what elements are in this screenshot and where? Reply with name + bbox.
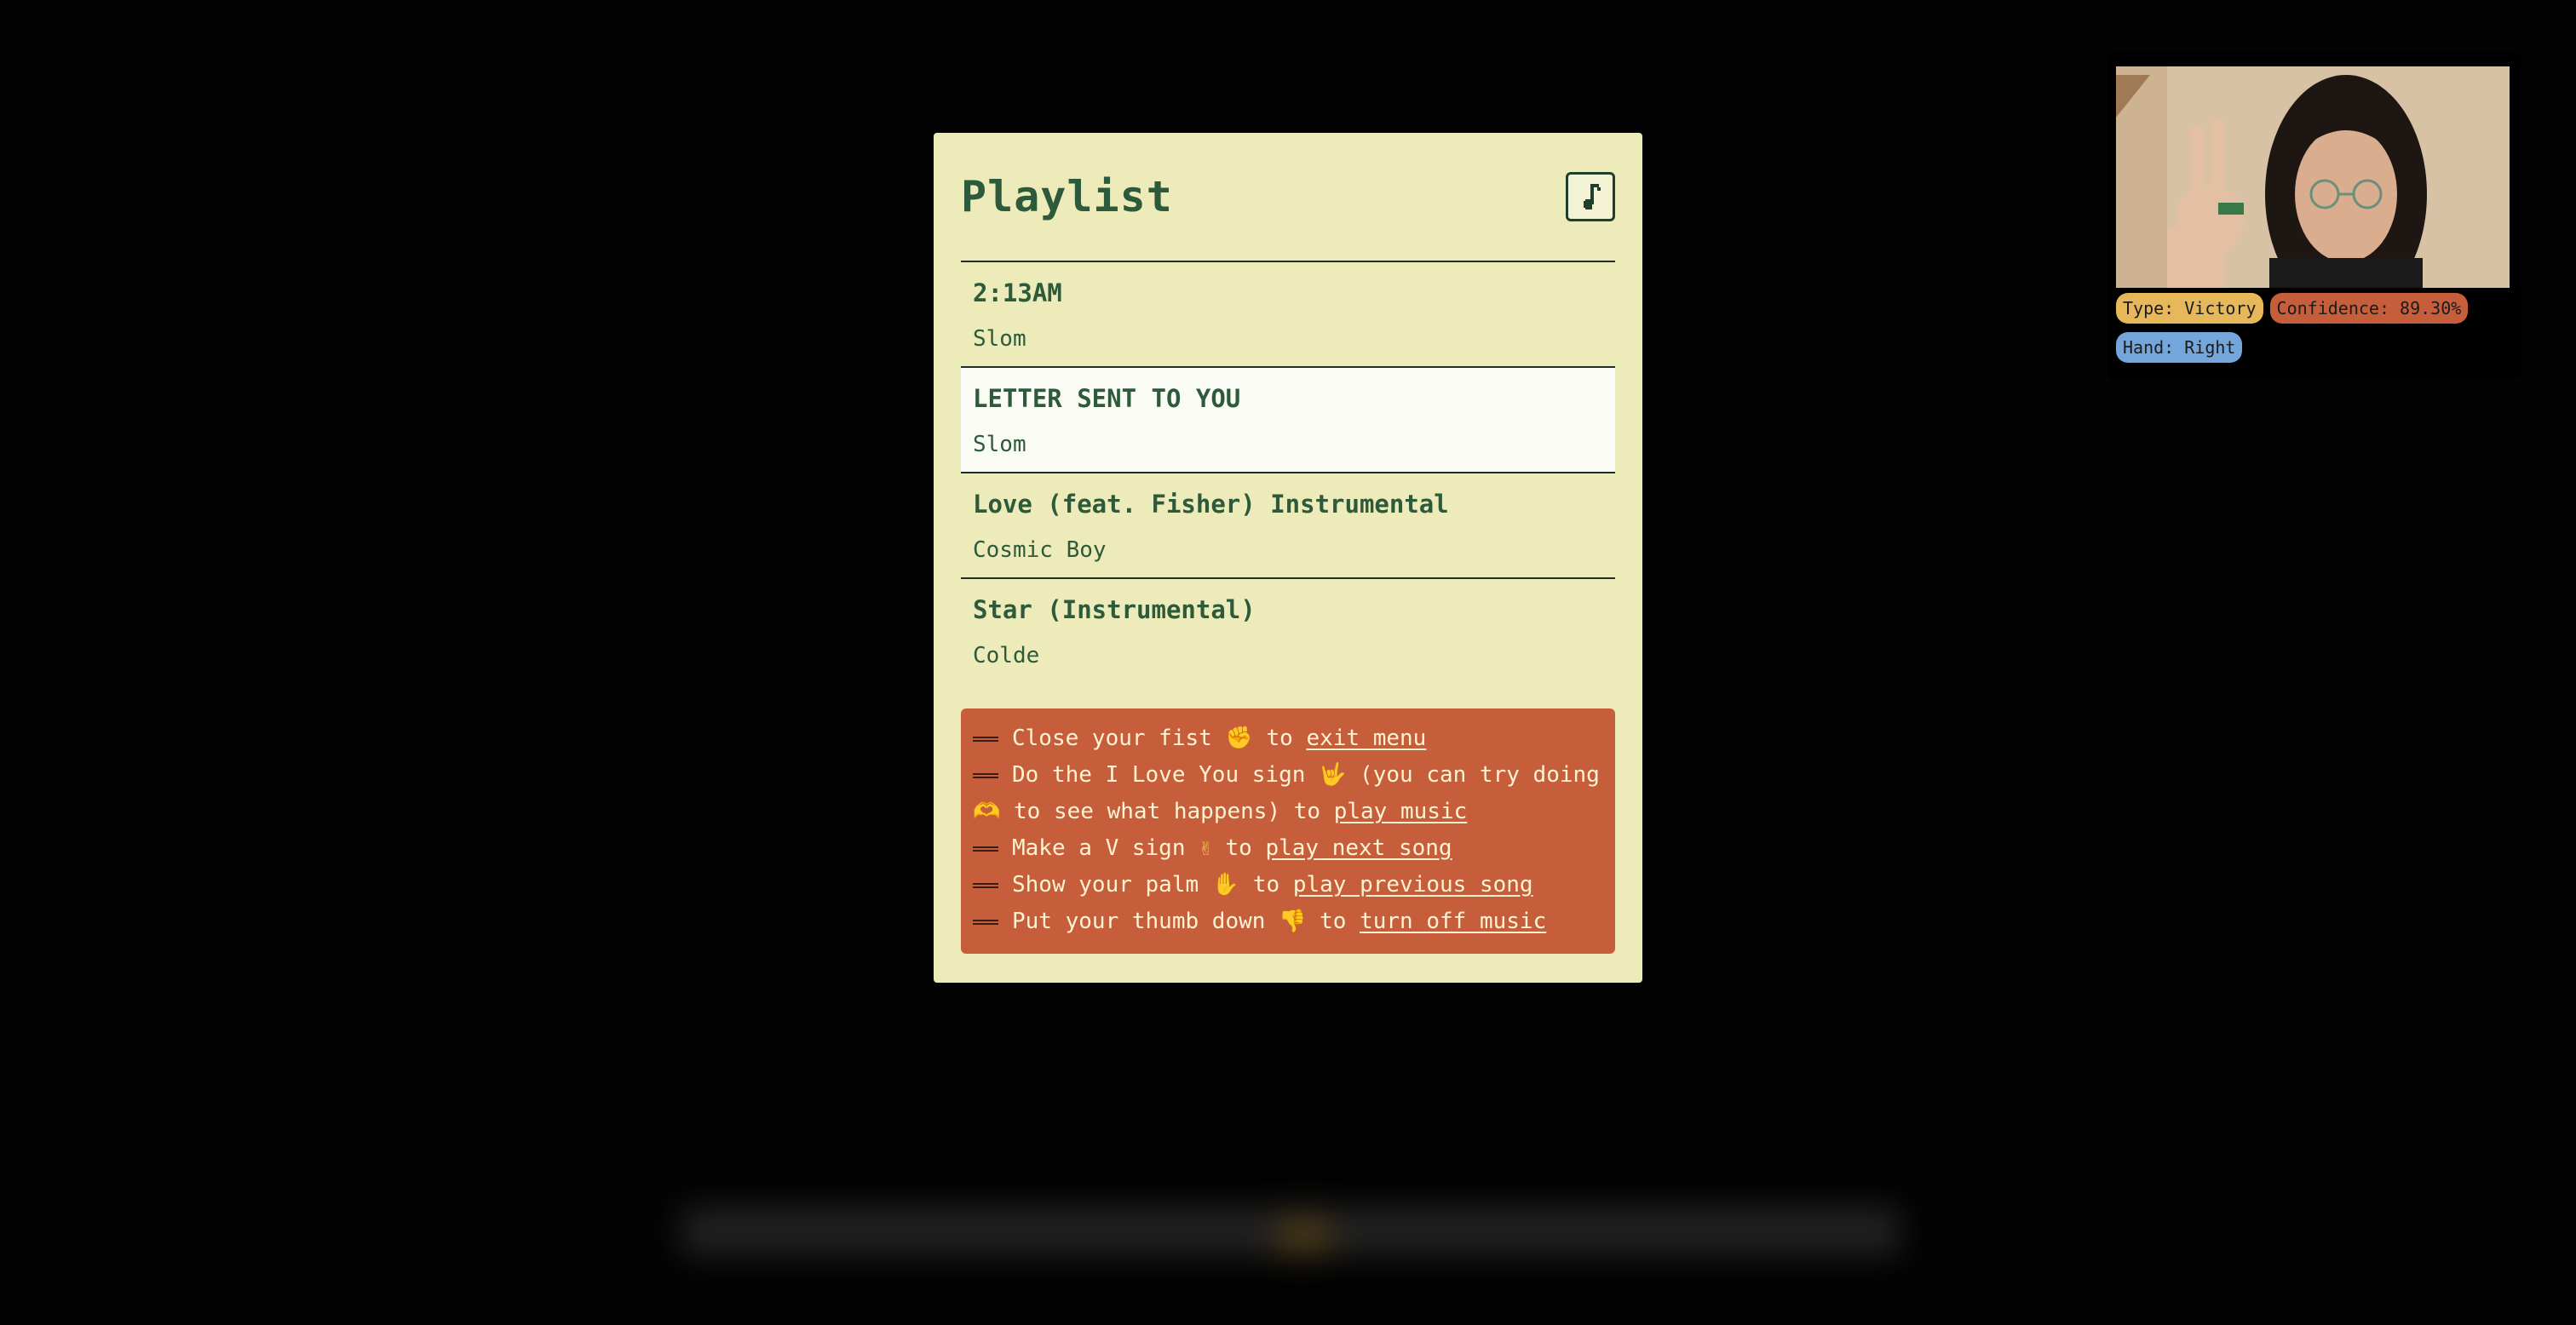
instruction-text: Close your fist	[1012, 726, 1226, 751]
song-title: 2:13AM	[973, 278, 1062, 307]
instruction-text: to	[1252, 726, 1307, 751]
instruction-line: Close your fist ✊ to exit menu	[973, 720, 1603, 757]
gesture-badges: Type: Victory Confidence: 89.30% Hand: Ri…	[2116, 293, 2516, 371]
blurred-footer	[681, 1207, 1900, 1255]
dash-icon	[973, 846, 998, 852]
camera-widget: Type: Victory Confidence: 89.30% Hand: Ri…	[2107, 53, 2521, 380]
music-note-icon	[1584, 184, 1601, 209]
song-artist: Cosmic Boy	[973, 537, 1107, 563]
heart-hands-icon: 🫶	[973, 799, 1001, 824]
instruction-line: Put your thumb down 👎 to turn off music	[973, 903, 1603, 940]
gesture-type-badge: Type: Victory	[2116, 293, 2263, 324]
song-title: Star (Instrumental)	[973, 595, 1256, 624]
instruction-text: (you can try doing	[1346, 762, 1600, 788]
play-music-link: play music	[1333, 799, 1468, 824]
song-item-selected[interactable]: LETTER SENT TO YOU Slom	[961, 368, 1615, 473]
song-item[interactable]: Love (feat. Fisher) Instrumental Cosmic …	[961, 473, 1615, 579]
instruction-text: Put your thumb down	[1012, 909, 1279, 934]
dash-icon	[973, 882, 998, 888]
playlist-panel: Playlist 2:13AM Slom LETTER SENT TO YOU …	[934, 133, 1642, 983]
instruction-text: to see what happens) to	[1000, 799, 1334, 824]
song-item[interactable]: Star (Instrumental) Colde	[961, 579, 1615, 685]
instruction-text: Show your palm	[1012, 872, 1212, 898]
instruction-line: Do the I Love You sign 🤟 (you can try do…	[973, 757, 1603, 830]
playlist-title: Playlist	[961, 172, 1173, 221]
song-artist: Colde	[973, 643, 1040, 668]
app-stage: Playlist 2:13AM Slom LETTER SENT TO YOU …	[0, 0, 2576, 1325]
play-next-song-link: play next song	[1265, 835, 1452, 861]
confidence-badge: Confidence: 89.30%	[2269, 293, 2469, 324]
song-list: 2:13AM Slom LETTER SENT TO YOU Slom Love…	[961, 261, 1615, 685]
dash-icon	[973, 736, 998, 742]
song-artist: Slom	[973, 432, 1026, 457]
hand-badge: Hand: Right	[2116, 332, 2243, 363]
exit-menu-link: exit menu	[1306, 726, 1427, 751]
instruction-line: Make a V sign ✌ to play next song	[973, 830, 1603, 867]
fist-icon: ✊	[1225, 726, 1253, 751]
thumbs-down-icon: 👎	[1279, 909, 1307, 934]
webcam-feed	[2116, 66, 2510, 288]
gesture-instructions: Close your fist ✊ to exit menu Do the I …	[961, 708, 1615, 954]
dash-icon	[973, 919, 998, 925]
song-title: LETTER SENT TO YOU	[973, 384, 1241, 413]
instruction-text: to	[1239, 872, 1293, 898]
palm-icon: ✋	[1211, 872, 1240, 898]
dash-icon	[973, 772, 998, 778]
song-item[interactable]: 2:13AM Slom	[961, 262, 1615, 368]
playlist-header: Playlist	[961, 158, 1615, 235]
play-previous-song-link: play previous song	[1292, 872, 1533, 898]
love-you-sign-icon: 🤟	[1319, 762, 1347, 788]
instruction-text: Do the I Love You sign	[1012, 762, 1320, 788]
instruction-text: to	[1306, 909, 1360, 934]
webcam-image	[2116, 66, 2510, 288]
victory-hand-icon: ✌	[1199, 835, 1212, 861]
blurred-footer-glow	[1278, 1223, 1329, 1248]
instruction-text: Make a V sign	[1012, 835, 1199, 861]
instruction-text: to	[1211, 835, 1266, 861]
song-artist: Slom	[973, 326, 1026, 352]
turn-off-music-link: turn off music	[1360, 909, 1547, 934]
song-title: Love (feat. Fisher) Instrumental	[973, 490, 1449, 519]
music-button[interactable]	[1566, 172, 1615, 221]
instruction-line: Show your palm ✋ to play previous song	[973, 867, 1603, 903]
